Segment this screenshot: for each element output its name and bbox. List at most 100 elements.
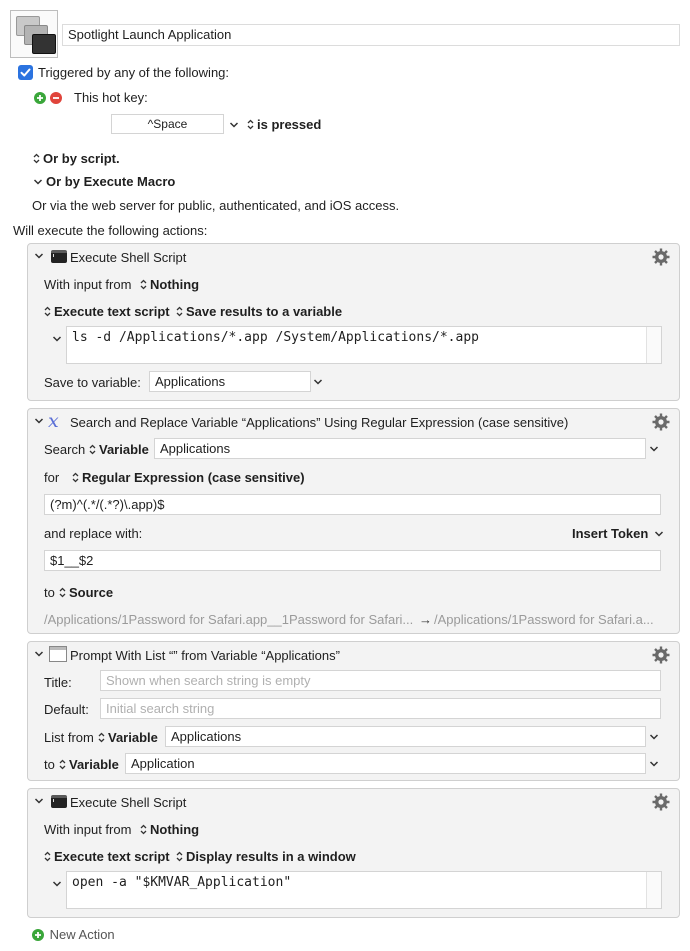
for-type-value: Regular Expression (case sensitive) xyxy=(82,470,305,485)
macro-name-field[interactable]: Spotlight Launch Application xyxy=(62,24,680,46)
result-mode-popup[interactable]: Display results in a window xyxy=(176,849,356,864)
scrollbar[interactable] xyxy=(646,327,661,363)
list-from-type-popup[interactable]: Variable xyxy=(98,730,158,745)
updown-icon xyxy=(176,306,183,319)
script-text: open -a "$KMVAR_Application" xyxy=(72,875,292,890)
list-from-label: List from xyxy=(44,730,94,745)
script-text-area[interactable]: ls -d /Applications/*.app /System/Applic… xyxy=(66,326,662,364)
save-to-variable-label: Save to variable: xyxy=(44,375,141,390)
to-label: to xyxy=(44,757,55,772)
disclosure-icon[interactable] xyxy=(34,796,44,806)
replacement-field[interactable]: $1__$2 xyxy=(44,550,661,571)
to-type-popup[interactable]: Variable xyxy=(59,757,119,772)
disclosure-icon[interactable] xyxy=(34,416,44,426)
gear-icon[interactable] xyxy=(652,413,670,431)
gear-icon[interactable] xyxy=(652,646,670,664)
execute-mode-popup[interactable]: Execute text script xyxy=(44,304,170,319)
chevron-down-icon[interactable] xyxy=(649,445,659,453)
chevron-down-icon[interactable] xyxy=(52,335,62,343)
updown-icon xyxy=(44,306,51,319)
search-type-value: Variable xyxy=(99,442,149,457)
input-from-popup[interactable]: Nothing xyxy=(140,822,199,837)
hotkey-dropdown[interactable] xyxy=(229,117,239,132)
prompt-window-icon xyxy=(49,646,67,662)
terminal-icon xyxy=(51,250,67,263)
add-icon[interactable] xyxy=(34,92,46,104)
search-variable-field[interactable]: Applications xyxy=(154,438,646,459)
input-from-label: With input from xyxy=(44,277,132,292)
updown-icon xyxy=(59,759,66,772)
triggered-checkbox[interactable] xyxy=(18,65,33,80)
updown-icon xyxy=(72,472,79,485)
for-type-popup[interactable]: Regular Expression (case sensitive) xyxy=(72,470,305,485)
result-mode-value: Save results to a variable xyxy=(186,304,343,319)
action-title: Execute Shell Script xyxy=(70,250,187,265)
chevron-down-icon xyxy=(33,179,43,185)
disclosure-icon[interactable] xyxy=(34,649,44,659)
list-from-type-value: Variable xyxy=(108,730,158,745)
regex-field[interactable]: (?m)^(.*/(.*?)\.app)$ xyxy=(44,494,661,515)
updown-icon xyxy=(176,851,183,864)
remove-icon[interactable] xyxy=(50,92,62,104)
new-action-label: New Action xyxy=(49,927,115,942)
chevron-down-icon[interactable] xyxy=(52,880,62,888)
action-prompt-with-list: Prompt With List “” from Variable “Appli… xyxy=(27,641,680,781)
hotkey-field[interactable]: ^Space xyxy=(111,114,224,134)
or-by-execute-macro[interactable]: Or by Execute Macro xyxy=(33,174,175,189)
add-icon xyxy=(32,929,44,941)
regex-icon: x xyxy=(48,410,59,432)
preview-before: /Applications/1Password for Safari.app__… xyxy=(44,612,414,627)
updown-icon xyxy=(89,444,96,457)
prompt-default-field[interactable]: Initial search string xyxy=(100,698,661,719)
updown-icon xyxy=(140,824,147,837)
execute-mode-popup[interactable]: Execute text script xyxy=(44,849,170,864)
updown-icon xyxy=(140,279,147,292)
updown-icon xyxy=(247,119,254,132)
prompt-title-label: Title: xyxy=(44,675,72,690)
result-mode-value: Display results in a window xyxy=(186,849,356,864)
gear-icon[interactable] xyxy=(652,248,670,266)
input-from-value: Nothing xyxy=(150,822,200,837)
action-title: Prompt With List “” from Variable “Appli… xyxy=(70,648,340,663)
save-to-variable-field[interactable]: Applications xyxy=(149,371,311,392)
action-title: Search and Replace Variable “Application… xyxy=(70,415,569,430)
updown-icon xyxy=(98,732,105,745)
hotkey-mode-label: is pressed xyxy=(257,117,322,132)
hotkey-label: This hot key: xyxy=(74,90,148,105)
for-label: for xyxy=(44,470,60,485)
updown-icon xyxy=(33,153,40,166)
macro-app-icon[interactable] xyxy=(10,10,58,58)
chevron-down-icon[interactable] xyxy=(313,378,323,386)
chevron-down-icon xyxy=(654,531,663,537)
to-label: to xyxy=(44,585,55,600)
updown-icon xyxy=(59,587,66,600)
chevron-down-icon[interactable] xyxy=(649,733,659,741)
disclosure-icon[interactable] xyxy=(34,251,44,261)
script-text-area[interactable]: open -a "$KMVAR_Application" xyxy=(66,871,662,909)
input-from-popup[interactable]: Nothing xyxy=(140,277,199,292)
input-from-label: With input from xyxy=(44,822,132,837)
to-variable-field[interactable]: Application xyxy=(125,753,646,774)
to-destination-value: Source xyxy=(69,585,114,600)
prompt-title-field[interactable]: Shown when search string is empty xyxy=(100,670,661,691)
search-type-popup[interactable]: Variable xyxy=(89,442,149,457)
to-destination-popup[interactable]: Source xyxy=(59,585,113,600)
triggered-label: Triggered by any of the following: xyxy=(38,65,230,80)
action-title: Execute Shell Script xyxy=(70,795,187,810)
to-type-value: Variable xyxy=(69,757,119,772)
insert-token-menu[interactable]: Insert Token xyxy=(572,526,664,541)
execute-mode-value: Execute text script xyxy=(54,849,170,864)
checkbox-checked-icon xyxy=(20,68,31,77)
or-by-script-popup[interactable]: Or by script. xyxy=(33,151,120,166)
script-text: ls -d /Applications/*.app /System/Applic… xyxy=(72,330,479,345)
scrollbar[interactable] xyxy=(646,872,661,908)
hotkey-mode-popup[interactable]: is pressed xyxy=(247,117,321,132)
list-from-variable-field[interactable]: Applications xyxy=(165,726,646,747)
action-search-replace: x Search and Replace Variable “Applicati… xyxy=(27,408,680,634)
result-mode-popup[interactable]: Save results to a variable xyxy=(176,304,342,319)
or-by-script-label: Or by script. xyxy=(43,151,120,166)
gear-icon[interactable] xyxy=(652,793,670,811)
execute-mode-value: Execute text script xyxy=(54,304,170,319)
new-action-button[interactable]: New Action xyxy=(32,927,115,942)
chevron-down-icon[interactable] xyxy=(649,760,659,768)
